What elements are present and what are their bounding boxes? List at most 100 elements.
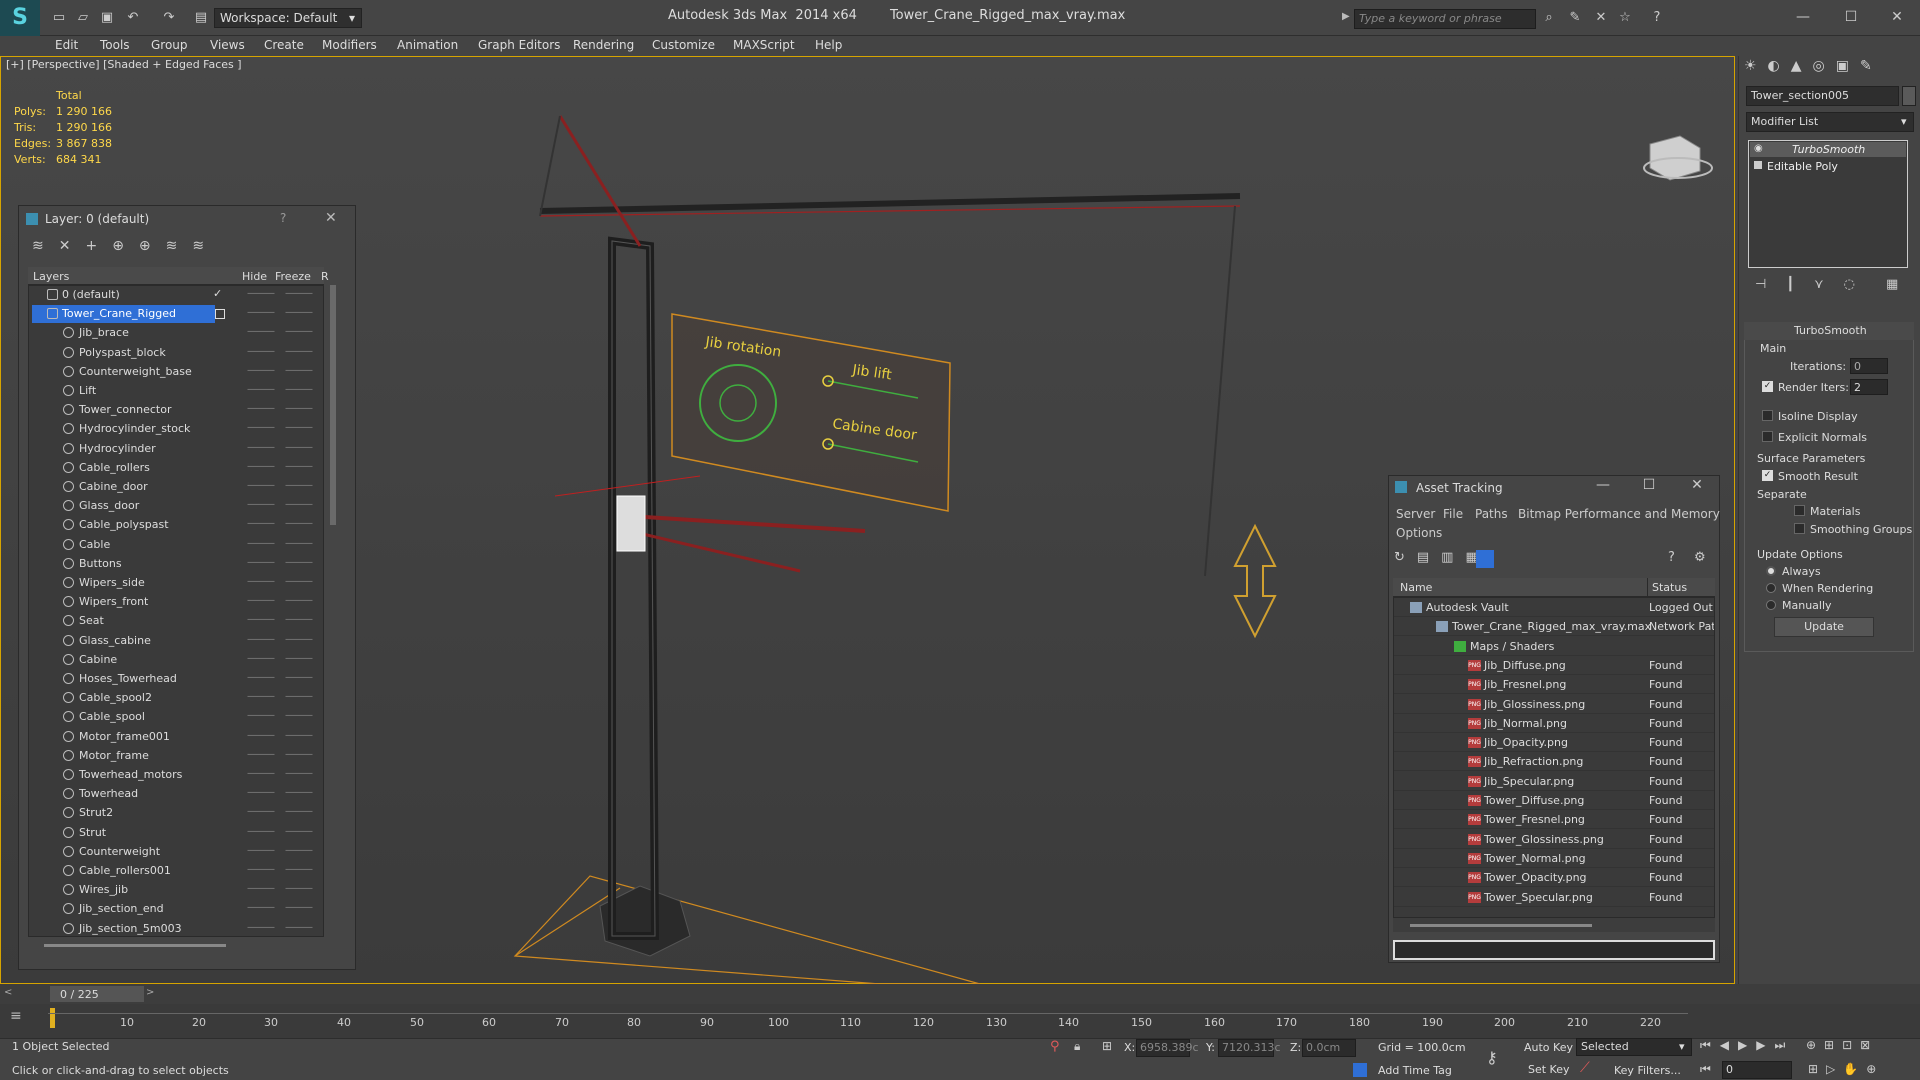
asset-row[interactable]: PNG Jib_Normal.png Found [1394, 714, 1714, 733]
hide-toggle[interactable]: ——— [247, 826, 275, 837]
favorites-star-icon[interactable]: ☆ [1616, 9, 1634, 27]
when-rendering-radio[interactable] [1766, 583, 1776, 593]
time-tag-icon[interactable] [1353, 1063, 1367, 1077]
layers-column-header[interactable]: Layers [33, 270, 69, 283]
layer-row[interactable]: Jib_brace ——— ——— [29, 324, 323, 343]
freeze-toggle[interactable]: ——— [285, 845, 313, 856]
freeze-toggle[interactable]: ——— [285, 768, 313, 779]
track-bar-menu-icon[interactable]: ≡ [10, 1008, 22, 1024]
stack-tools-icons[interactable]: ⊣┃⋎◌ [1755, 277, 1875, 292]
layer-row-selected[interactable]: Tower_Crane_Rigged ——— ——— [29, 305, 323, 324]
subscription-icon[interactable]: ✎ [1566, 9, 1584, 27]
hide-toggle[interactable]: ——— [247, 691, 275, 702]
app-logo-icon[interactable]: S [0, 0, 40, 36]
layer-row[interactable]: Strut ——— ——— [29, 824, 323, 843]
layer-row[interactable]: Tower_connector ——— ——— [29, 401, 323, 420]
configure-modifier-sets-icon[interactable]: ▦ [1886, 277, 1898, 292]
freeze-toggle[interactable]: ——— [285, 864, 313, 875]
set-keys-icon[interactable]: ⟋ [1580, 1060, 1590, 1076]
freeze-toggle[interactable]: ——— [285, 576, 313, 587]
asset-row[interactable]: PNG Jib_Glossiness.png Found [1394, 695, 1714, 714]
asset-row[interactable]: PNG Jib_Specular.png Found [1394, 772, 1714, 791]
isoline-display-checkbox[interactable] [1762, 410, 1773, 421]
update-button[interactable]: Update [1774, 617, 1874, 637]
play-arrow-icon[interactable]: ▶ [1342, 11, 1352, 25]
layer-row[interactable]: Buttons ——— ——— [29, 555, 323, 574]
layer-row[interactable]: Jib_section_end ——— ——— [29, 900, 323, 919]
freeze-toggle[interactable]: ——— [285, 902, 313, 913]
layer-row[interactable]: ✓ 0 (default) ——— ——— [29, 286, 323, 305]
hide-toggle[interactable]: ——— [247, 442, 275, 453]
always-radio[interactable] [1766, 566, 1776, 576]
layer-row[interactable]: Polyspast_block ——— ——— [29, 344, 323, 363]
asset-h-scrollbar-thumb[interactable] [1410, 924, 1592, 927]
asset-menu-file[interactable]: File [1443, 507, 1463, 521]
layer-row[interactable]: Cabine ——— ——— [29, 651, 323, 670]
layer-row[interactable]: Cable_spool2 ——— ——— [29, 689, 323, 708]
selection-lock-icon[interactable]: 🔒︎ [1074, 1039, 1080, 1054]
asset-row[interactable]: Tower_Crane_Rigged_max_vray.max Network P… [1394, 617, 1714, 637]
freeze-toggle[interactable]: ——— [285, 346, 313, 357]
hide-toggle[interactable]: ——— [247, 480, 275, 491]
layer-row[interactable]: Cable_spool ——— ——— [29, 708, 323, 727]
undo-icon[interactable]: ↶ [124, 9, 142, 27]
menu-help[interactable]: Help [815, 38, 842, 52]
freeze-toggle[interactable]: ——— [285, 614, 313, 625]
hide-toggle[interactable]: ——— [247, 883, 275, 894]
layer-row[interactable]: Hydrocylinder ——— ——— [29, 440, 323, 459]
render-iters-checkbox[interactable]: ✓ [1762, 381, 1773, 392]
asset-name-column-header[interactable]: Name [1400, 581, 1432, 594]
key-filters-button[interactable]: Key Filters... [1614, 1064, 1681, 1077]
asset-grid-view-icon[interactable] [1476, 550, 1494, 568]
layer-row[interactable]: Counterweight_base ——— ——— [29, 363, 323, 382]
layer-row[interactable]: Cable ——— ——— [29, 536, 323, 555]
menu-animation[interactable]: Animation [397, 38, 458, 52]
time-slider-bar[interactable] [0, 984, 1920, 1004]
layer-row[interactable]: Glass_cabine ——— ——— [29, 632, 323, 651]
layer-toolbar[interactable]: ≋✕+⊕⊕≋≋ [32, 238, 232, 258]
minimize-button[interactable]: — [1788, 6, 1818, 28]
isolate-selection-icon[interactable]: ⚲ [1050, 1039, 1060, 1054]
hide-toggle[interactable]: ——— [247, 518, 275, 529]
object-name-field[interactable]: Tower_section005 [1746, 86, 1899, 106]
freeze-toggle[interactable]: ——— [285, 442, 313, 453]
asset-row[interactable]: PNG Jib_Diffuse.png Found [1394, 656, 1714, 675]
hide-toggle[interactable]: ——— [247, 787, 275, 798]
workspace-dropdown[interactable]: Workspace: Default ▾ [214, 8, 362, 28]
time-next-icon[interactable]: > [146, 987, 154, 998]
menu-tools[interactable]: Tools [100, 38, 130, 52]
new-file-icon[interactable]: ▭ [50, 9, 68, 27]
hide-toggle[interactable]: ——— [247, 307, 275, 318]
hide-toggle[interactable]: ——— [247, 595, 275, 606]
freeze-toggle[interactable]: ——— [285, 461, 313, 472]
open-file-icon[interactable]: ▱ [74, 9, 92, 27]
layer-row[interactable]: Counterweight ——— ——— [29, 843, 323, 862]
add-time-tag-label[interactable]: Add Time Tag [1378, 1064, 1452, 1077]
set-key-mode-icon[interactable]: ⚷ [1486, 1048, 1498, 1067]
freeze-toggle[interactable]: ——— [285, 288, 313, 299]
help-icon[interactable]: ? [1648, 9, 1666, 27]
hide-column-header[interactable]: Hide [242, 270, 267, 283]
asset-row[interactable]: PNG Tower_Opacity.png Found [1394, 868, 1714, 888]
freeze-toggle[interactable]: ——— [285, 384, 313, 395]
menu-views[interactable]: Views [210, 38, 245, 52]
smooth-result-checkbox[interactable]: ✓ [1762, 470, 1773, 481]
asset-toolbar[interactable]: ↻▤▥▦ [1394, 550, 1694, 570]
layer-row[interactable]: Glass_door ——— ——— [29, 497, 323, 516]
layer-list[interactable]: ✓ 0 (default) ——— ——— Tower_Crane_Rigged ——— —… [28, 285, 324, 937]
hide-toggle[interactable]: ——— [247, 288, 275, 299]
layer-row[interactable]: Lift ——— ——— [29, 382, 323, 401]
search-input[interactable]: Type a keyword or phrase [1354, 9, 1536, 29]
active-layer-check-icon[interactable]: ✓ [213, 287, 222, 300]
render-iters-spinner[interactable]: 2 [1850, 379, 1888, 395]
command-panel-tabs[interactable]: ☀◐▲◎▣✎ [1744, 58, 1914, 80]
layer-row[interactable]: Cable_rollers ——— ——— [29, 459, 323, 478]
object-color-swatch[interactable] [1902, 86, 1916, 106]
asset-menu-bitmap[interactable]: Bitmap Performance and Memory [1518, 507, 1720, 521]
freeze-toggle[interactable]: ——— [285, 730, 313, 741]
hide-toggle[interactable]: ——— [247, 403, 275, 414]
asset-row[interactable]: PNG Jib_Fresnel.png Found [1394, 675, 1714, 695]
layer-row[interactable]: Jib_section_5m003 ——— ——— [29, 920, 323, 936]
current-frame-field[interactable]: 0 [1722, 1061, 1792, 1079]
asset-status-column-header[interactable]: Status [1652, 581, 1687, 594]
